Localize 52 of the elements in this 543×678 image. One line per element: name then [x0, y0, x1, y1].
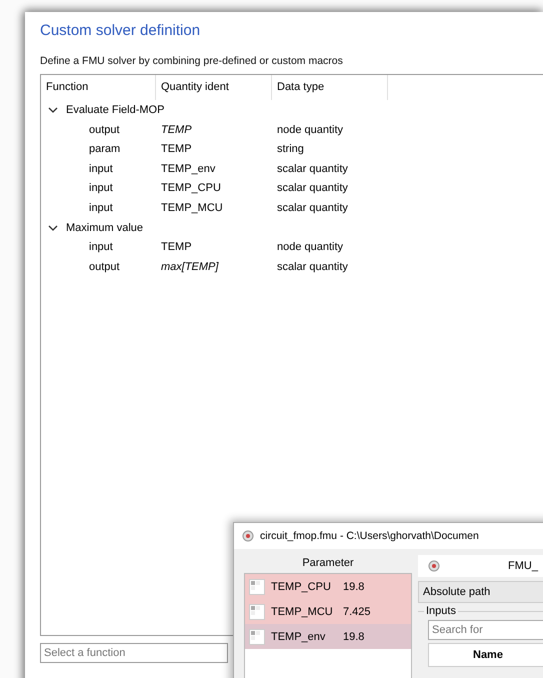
group-label: Inputs [424, 605, 458, 617]
type-cell-text: node quantity [276, 241, 344, 254]
ident-cell-text: max[TEMP] [160, 260, 220, 273]
fmu-label: FMU_ [508, 560, 538, 572]
app-icon [242, 530, 254, 542]
chevron-icon[interactable] [48, 222, 58, 232]
group-label[interactable]: Maximum value [66, 222, 144, 234]
function-cell-text: input [88, 241, 114, 254]
parameter-name: TEMP_CPU [271, 580, 332, 592]
function-cell-text: input [88, 162, 114, 175]
ident-cell-text: TEMP [160, 124, 193, 136]
path-dropdown[interactable]: Absolute path [418, 581, 543, 603]
grid-icon [249, 578, 265, 594]
search-field[interactable]: Search for [428, 620, 543, 640]
function-field[interactable]: Select a function [40, 643, 228, 663]
type-cell-text: scalar quantity [276, 182, 349, 194]
ident-cell-text: TEMP_CPU [160, 182, 222, 194]
type-cell-text: string [276, 143, 305, 156]
type-cell-text: scalar quantity [276, 202, 349, 214]
function-cell-text: input [88, 182, 114, 194]
grid-icon [249, 604, 265, 620]
column-header[interactable]: Name [473, 649, 503, 661]
function-cell-text: input [88, 202, 114, 214]
window-title: circuit_fmop.fmu - C:\Users\ghorvath\Documen [260, 530, 479, 542]
column-header: Parameter [301, 556, 355, 571]
ident-cell-text: TEMP [160, 241, 193, 254]
parameter-value: 19.8 [343, 580, 364, 592]
parameter-name: TEMP_env [271, 630, 326, 642]
ident-cell-text: TEMP [160, 143, 193, 156]
column-header[interactable]: Data type [272, 75, 388, 100]
type-cell-text: scalar quantity [276, 260, 349, 273]
column-header[interactable]: Quantity ident [156, 75, 272, 100]
parameter-value: 19.8 [343, 630, 364, 642]
ident-cell-text: TEMP_MCU [160, 202, 224, 214]
parameter-value: 7.425 [343, 606, 371, 618]
parameter-name: TEMP_MCU [271, 606, 334, 618]
chevron-icon[interactable] [48, 105, 58, 115]
column-header[interactable]: Function [41, 75, 156, 100]
parameter-row[interactable]: TEMP_MCU 7.425 [245, 599, 411, 624]
parameter-row[interactable]: TEMP_CPU 19.8 [245, 574, 411, 599]
app-icon [428, 560, 440, 572]
function-cell-text: param [88, 143, 122, 156]
group-label[interactable]: Evaluate Field-MOP [66, 104, 164, 116]
dialog-title: Custom solver definition [40, 22, 202, 39]
function-cell-text: output [88, 124, 121, 136]
parameter-row[interactable]: TEMP_env 19.8 [245, 624, 411, 649]
type-cell-text: scalar quantity [276, 162, 349, 175]
function-cell-text: output [88, 260, 121, 273]
ident-cell-text: TEMP_env [160, 162, 216, 175]
dialog-description: Define a FMU solver by combining pre-defined or custom macros [40, 55, 344, 67]
grid-icon [249, 628, 265, 644]
type-cell-text: node quantity [276, 124, 344, 136]
